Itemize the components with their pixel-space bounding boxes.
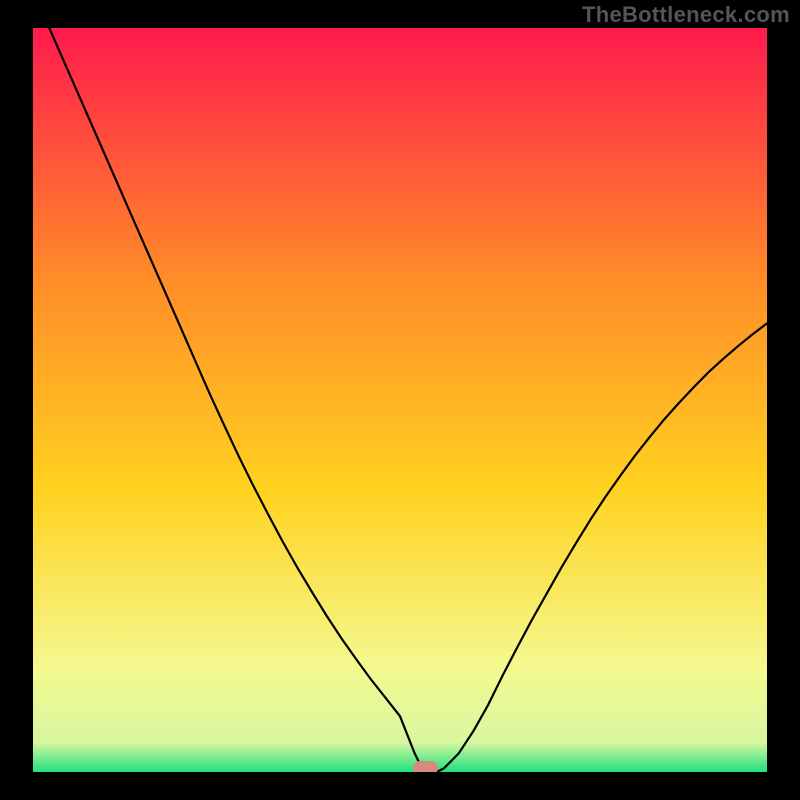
watermark-label: TheBottleneck.com [582,2,790,28]
optimal-point-marker [413,761,438,772]
plot-area [33,28,767,772]
gradient-background [33,28,767,772]
chart-svg [33,28,767,772]
chart-frame: TheBottleneck.com [0,0,800,800]
